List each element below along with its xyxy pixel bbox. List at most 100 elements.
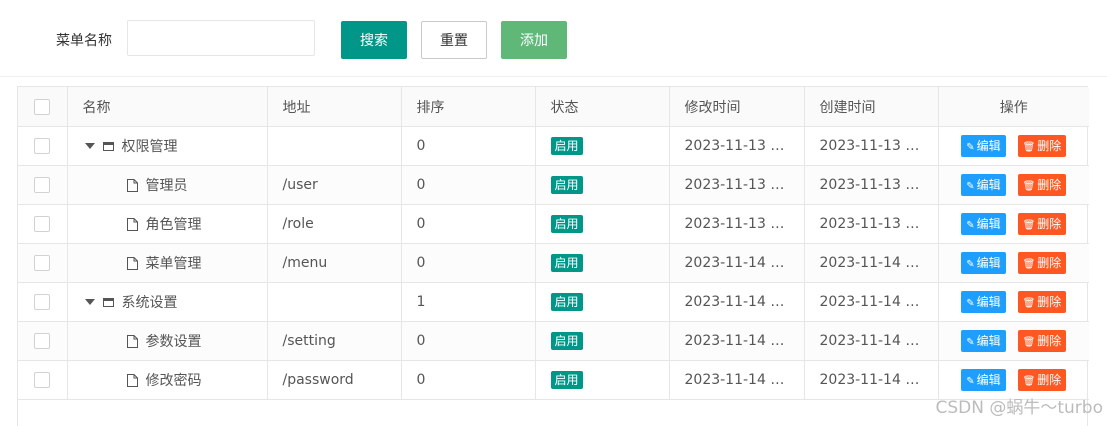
status-cell: 启用 [535, 243, 670, 283]
actions-cell: ✎ 编辑 🗑 删除 [938, 126, 1089, 166]
table-row: 参数设置/setting 0 启用 2023-11-14 0... 2023-11-14… [18, 321, 1089, 361]
pencil-icon: ✎ [966, 142, 975, 153]
column-header-modified[interactable]: 修改时间 [669, 87, 805, 127]
folder-icon [102, 141, 114, 151]
delete-label: 删除 [1037, 295, 1062, 309]
modified-time-cell: 2023-11-14 0... [669, 360, 805, 400]
delete-label: 删除 [1037, 178, 1062, 192]
name-cell: 参数设置 [67, 321, 268, 361]
table-row: 菜单管理/menu 0 启用 2023-11-14 0... 2023-11-14 0.… [18, 243, 1089, 283]
actions-cell: ✎ 编辑 🗑 删除 [938, 243, 1089, 283]
row-checkbox[interactable] [34, 138, 51, 154]
status-badge: 启用 [550, 293, 583, 311]
status-cell: 启用 [535, 282, 670, 322]
table-row: 管理员/user 0 启用 2023-11-13 1... 2023-11-13 1..… [18, 165, 1089, 205]
select-all-cell [18, 87, 68, 127]
edit-label: 编辑 [976, 334, 1001, 348]
caret-down-icon[interactable] [84, 143, 95, 149]
status-cell: 启用 [535, 321, 670, 361]
created-time-cell: 2023-11-14 0... [804, 360, 939, 400]
delete-button[interactable]: 🗑 删除 [1017, 213, 1067, 235]
path-cell: /role [267, 204, 402, 244]
modified-time-cell: 2023-11-14 0... [669, 243, 805, 283]
edit-button[interactable]: ✎ 编辑 [961, 291, 1006, 313]
column-header-created[interactable]: 创建时间 [804, 87, 939, 127]
row-checkbox[interactable] [34, 294, 51, 310]
name-cell: 系统设置 [67, 282, 268, 322]
menu-name: 权限管理 [121, 139, 178, 155]
edit-button[interactable]: ✎ 编辑 [961, 135, 1006, 157]
path-cell [267, 282, 402, 322]
path-cell: /password [267, 360, 402, 400]
trash-icon: 🗑 [1022, 259, 1036, 270]
delete-button[interactable]: 🗑 删除 [1017, 291, 1067, 313]
delete-button[interactable]: 🗑 删除 [1017, 330, 1067, 352]
edit-button[interactable]: ✎ 编辑 [961, 369, 1006, 391]
row-select-cell [18, 126, 68, 166]
path-cell [267, 126, 402, 166]
column-header-path[interactable]: 地址 [267, 87, 402, 127]
menu-name-label: 菜单名称 [56, 33, 112, 49]
edit-button[interactable]: ✎ 编辑 [961, 213, 1006, 235]
column-header-status[interactable]: 状态 [535, 87, 670, 127]
row-checkbox[interactable] [34, 333, 51, 349]
delete-label: 删除 [1037, 256, 1062, 270]
file-icon [126, 178, 138, 192]
modified-time-cell: 2023-11-13 1... [669, 204, 805, 244]
path-cell: /user [267, 165, 402, 205]
row-checkbox[interactable] [34, 372, 51, 388]
name-cell: 管理员 [67, 165, 268, 205]
pencil-icon: ✎ [966, 298, 975, 309]
name-cell: 菜单管理 [67, 243, 268, 283]
name-cell: 修改密码 [67, 360, 268, 400]
column-header-sort[interactable]: 排序 [401, 87, 536, 127]
pencil-icon: ✎ [966, 376, 975, 387]
select-all-checkbox[interactable] [34, 98, 51, 115]
file-icon [126, 256, 138, 270]
edit-button[interactable]: ✎ 编辑 [961, 252, 1006, 274]
menu-name: 菜单管理 [145, 256, 202, 272]
sort-cell: 0 [401, 126, 536, 166]
path-cell: /setting [267, 321, 402, 361]
sort-cell: 0 [401, 204, 536, 244]
menu-name: 角色管理 [145, 217, 202, 233]
table-header-row: 名称 地址 排序 状态 修改时间 创建时间 操作 [18, 87, 1089, 127]
menu-name-input[interactable] [127, 20, 315, 56]
trash-icon: 🗑 [1022, 220, 1036, 231]
menu-name: 管理员 [145, 178, 188, 194]
search-button[interactable]: 搜索 [341, 21, 407, 59]
status-cell: 启用 [535, 360, 670, 400]
created-time-cell: 2023-11-13 1... [804, 126, 939, 166]
delete-button[interactable]: 🗑 删除 [1017, 135, 1067, 157]
reset-button[interactable]: 重置 [421, 21, 487, 59]
delete-button[interactable]: 🗑 删除 [1017, 252, 1067, 274]
sort-cell: 0 [401, 243, 536, 283]
menu-table: 名称 地址 排序 状态 修改时间 创建时间 操作 权限管理 0 启用 2023-11-… [17, 86, 1089, 426]
column-header-name[interactable]: 名称 [67, 87, 268, 127]
edit-button[interactable]: ✎ 编辑 [961, 174, 1006, 196]
created-time-cell: 2023-11-14 0... [804, 243, 939, 283]
delete-button[interactable]: 🗑 删除 [1017, 174, 1067, 196]
caret-down-icon[interactable] [84, 299, 95, 305]
row-checkbox[interactable] [34, 177, 51, 193]
row-select-cell [18, 204, 68, 244]
edit-label: 编辑 [976, 256, 1001, 270]
table-row: 角色管理/role 0 启用 2023-11-13 1... 2023-11-13 1.… [18, 204, 1089, 244]
trash-icon: 🗑 [1022, 298, 1036, 309]
status-cell: 启用 [535, 165, 670, 205]
trash-icon: 🗑 [1022, 337, 1036, 348]
actions-cell: ✎ 编辑 🗑 删除 [938, 321, 1089, 361]
row-checkbox[interactable] [34, 216, 51, 232]
delete-button[interactable]: 🗑 删除 [1017, 369, 1067, 391]
modified-time-cell: 2023-11-13 1... [669, 126, 805, 166]
add-button[interactable]: 添加 [501, 21, 567, 59]
status-badge: 启用 [550, 176, 583, 194]
pencil-icon: ✎ [966, 259, 975, 270]
row-select-cell [18, 243, 68, 283]
row-checkbox[interactable] [34, 255, 51, 271]
name-cell: 角色管理 [67, 204, 268, 244]
folder-icon [102, 297, 114, 307]
edit-button[interactable]: ✎ 编辑 [961, 330, 1006, 352]
status-cell: 启用 [535, 126, 670, 166]
actions-cell: ✎ 编辑 🗑 删除 [938, 165, 1089, 205]
